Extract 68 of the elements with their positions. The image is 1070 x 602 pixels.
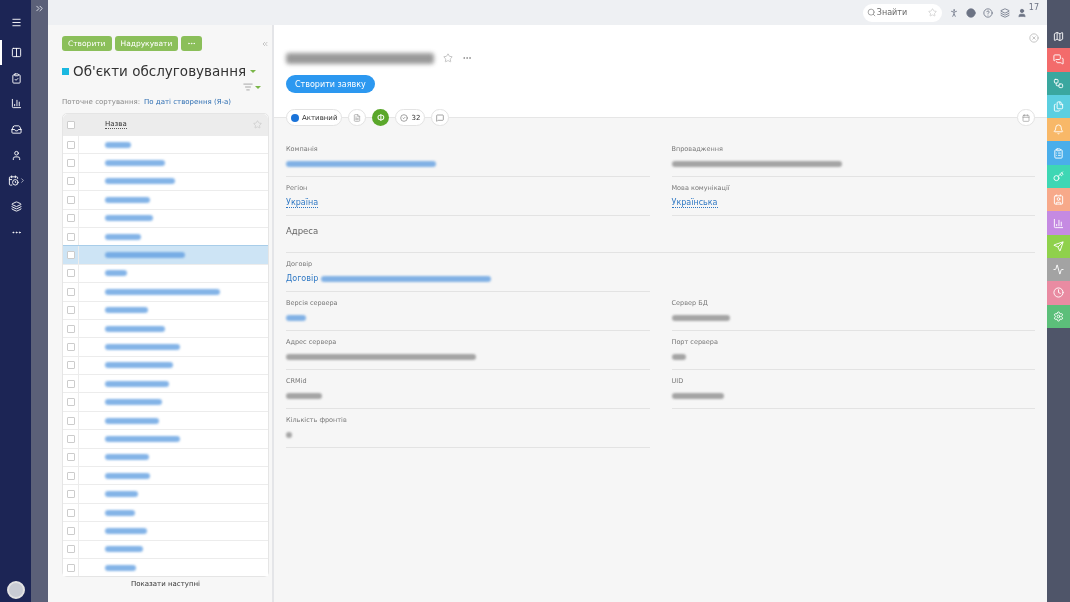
send-icon[interactable]: [1047, 234, 1070, 258]
checkbox[interactable]: [66, 490, 75, 499]
checkbox[interactable]: [66, 379, 75, 388]
comment-icon: [436, 113, 445, 122]
contact-card-icon[interactable]: [1047, 188, 1070, 212]
section-title: Об'єкти обслуговування: [73, 63, 247, 79]
checkbox[interactable]: [66, 453, 75, 462]
comments-button[interactable]: [431, 109, 450, 126]
checkbox[interactable]: [66, 120, 75, 129]
notes-button[interactable]: [348, 109, 367, 126]
search-field[interactable]: Знайти: [862, 3, 942, 22]
avatar[interactable]: [6, 581, 25, 599]
star-icon[interactable]: [443, 53, 453, 63]
checkbox[interactable]: [66, 159, 75, 168]
user-icon[interactable]: [1016, 7, 1027, 18]
checkbox[interactable]: [66, 361, 75, 370]
checkbox[interactable]: [66, 526, 75, 535]
field-link[interactable]: Україна: [286, 197, 319, 208]
star-icon[interactable]: [927, 7, 937, 17]
more-icon: [187, 39, 197, 48]
collapse-icon[interactable]: [261, 39, 269, 48]
caret-icon[interactable]: [250, 69, 257, 73]
checkbox[interactable]: [66, 140, 75, 149]
checkbox[interactable]: [66, 343, 75, 351]
checkbox[interactable]: [66, 416, 75, 425]
section-heading: Адреса: [286, 216, 1035, 253]
create-request-button[interactable]: Створити заявку: [286, 75, 375, 93]
checkbox[interactable]: [66, 287, 75, 296]
checkbox[interactable]: [66, 214, 75, 223]
checkbox[interactable]: [66, 563, 75, 572]
field-link[interactable]: Договір: [286, 274, 319, 283]
settings-icon[interactable]: [1047, 304, 1070, 328]
wave-icon[interactable]: [1047, 257, 1070, 282]
clock-icon[interactable]: [1047, 281, 1070, 305]
calendar-icon: [1022, 113, 1030, 122]
check-circle-icon: [400, 113, 409, 122]
document-icon: [353, 113, 362, 122]
circle-icon[interactable]: [965, 7, 976, 18]
checkbox[interactable]: [66, 398, 75, 407]
checkbox[interactable]: [66, 545, 75, 554]
calendar-button[interactable]: [1017, 109, 1035, 126]
checkbox[interactable]: [66, 232, 75, 241]
more-button[interactable]: [181, 36, 203, 51]
bell-icon[interactable]: [1047, 118, 1070, 142]
checkbox[interactable]: [66, 251, 75, 260]
checkbox[interactable]: [66, 269, 75, 278]
figure-icon[interactable]: [948, 7, 959, 18]
checkbox[interactable]: [66, 324, 75, 333]
checkbox[interactable]: [66, 195, 75, 204]
help-icon[interactable]: [982, 7, 993, 18]
square-icon: [62, 67, 69, 75]
caret-icon[interactable]: [255, 85, 261, 89]
close-icon[interactable]: [1029, 33, 1039, 43]
notification-count: 17: [1028, 3, 1039, 12]
letter-badge[interactable]: Ф: [372, 109, 390, 126]
table-row[interactable]: [63, 245, 268, 264]
field-link[interactable]: Українська: [671, 197, 718, 208]
checkbox[interactable]: [66, 471, 75, 480]
checkbox[interactable]: [66, 434, 75, 443]
key-icon[interactable]: [1047, 164, 1070, 189]
checkbox[interactable]: [66, 508, 75, 517]
search-icon: [866, 7, 876, 17]
filter-icon[interactable]: [243, 82, 253, 92]
checkbox[interactable]: [66, 177, 75, 186]
flow-icon[interactable]: [1047, 71, 1070, 95]
files-icon[interactable]: [1047, 94, 1070, 119]
clipboard-icon[interactable]: [1047, 141, 1070, 165]
checkbox[interactable]: [66, 306, 75, 315]
